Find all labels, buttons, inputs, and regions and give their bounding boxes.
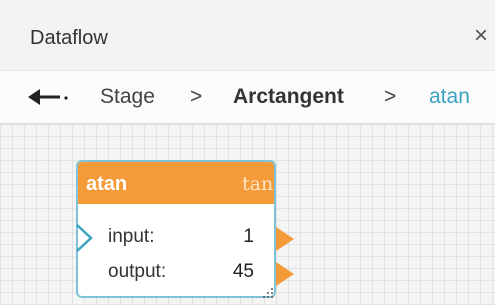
atan-node[interactable]: atan tan input: 1 output: 45 <box>74 160 294 298</box>
window-title: Dataflow <box>30 27 108 49</box>
output-label: output: <box>108 261 167 282</box>
input-port-chevron-icon[interactable] <box>74 221 96 255</box>
breadcrumb-item-arctangent[interactable]: Arctangent <box>233 85 344 109</box>
breadcrumb-item-stage[interactable]: Stage <box>100 85 155 109</box>
input-port-row: input: 1 <box>78 222 274 252</box>
back-arrow-icon[interactable] <box>26 85 76 109</box>
node-header[interactable]: atan tan <box>78 162 274 204</box>
node-title: atan <box>86 173 128 195</box>
resize-grip-icon[interactable] <box>262 286 274 298</box>
output-outlet-triangle-icon[interactable] <box>276 261 296 287</box>
output-value: 45 <box>232 261 254 282</box>
close-icon[interactable]: × <box>474 24 488 48</box>
breadcrumb-separator: > <box>190 85 203 108</box>
input-value[interactable]: 1 <box>243 226 254 248</box>
window-titlebar: Dataflow × <box>0 0 495 70</box>
output-port-row: output: 45 <box>78 257 274 287</box>
breadcrumb-separator: > <box>384 85 397 108</box>
function-symbol-icon: tan <box>242 173 274 195</box>
input-label: input: <box>108 226 155 247</box>
input-outlet-triangle-icon[interactable] <box>276 226 296 252</box>
breadcrumb-item-atan[interactable]: atan <box>429 85 470 109</box>
breadcrumb: Stage > Arctangent > atan <box>0 70 495 124</box>
